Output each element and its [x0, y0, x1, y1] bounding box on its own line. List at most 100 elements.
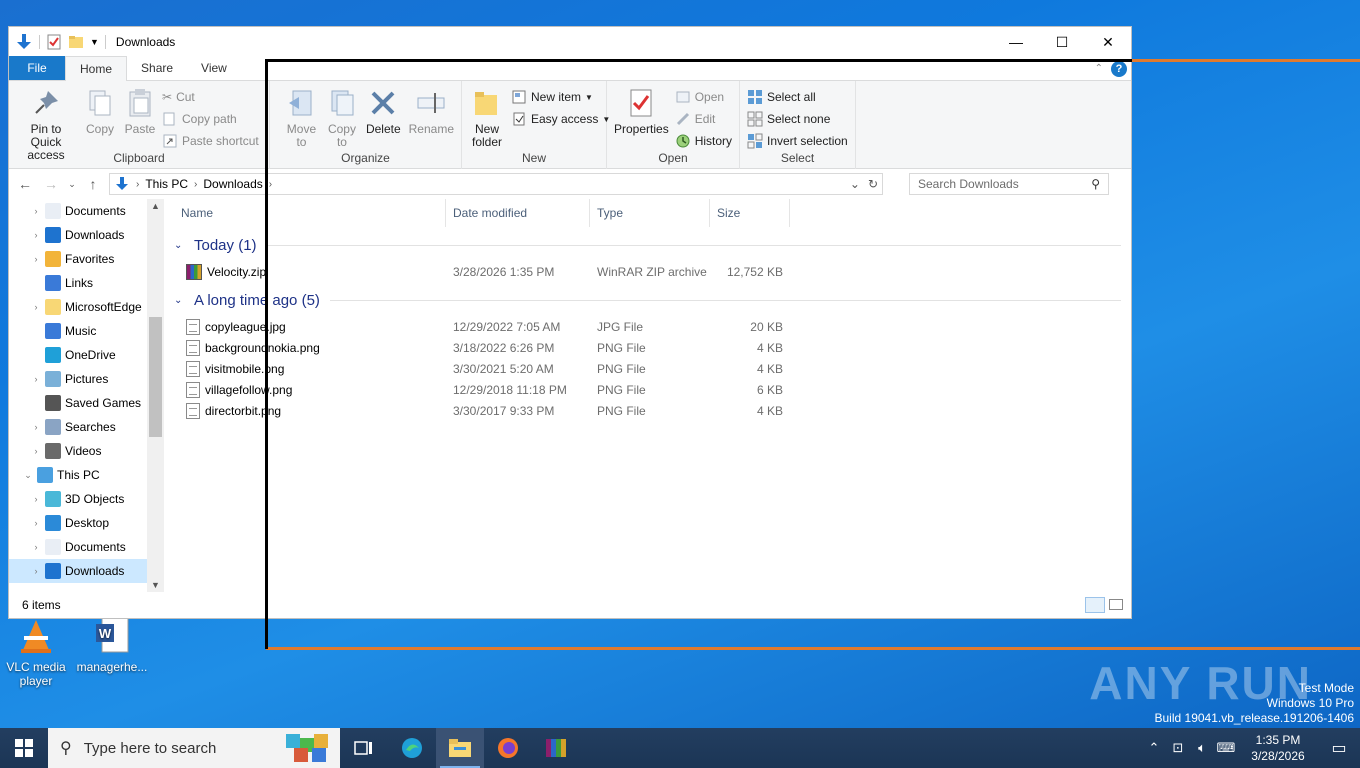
column-header-name[interactable]: Name	[174, 199, 446, 227]
maximize-button[interactable]: ☐	[1039, 27, 1085, 57]
tab-file[interactable]: File	[9, 56, 65, 80]
new-item-button[interactable]: New item ▼	[508, 87, 613, 107]
task-view-button[interactable]	[340, 728, 388, 768]
new-folder-icon[interactable]	[68, 34, 84, 50]
file-group-header[interactable]: ⌄ Today (1)	[174, 233, 1131, 257]
copy-to-button[interactable]: Copy to	[323, 85, 361, 151]
properties-check-icon[interactable]	[46, 34, 62, 50]
breadcrumb-downloads[interactable]: Downloads	[203, 177, 262, 191]
properties-button[interactable]: Properties	[611, 85, 672, 151]
nav-item-microsoftedge[interactable]: › MicrosoftEdge	[9, 295, 164, 319]
breadcrumb-this-pc[interactable]: This PC	[145, 177, 188, 191]
title-bar[interactable]: ▼ Downloads — ☐ ✕	[9, 27, 1131, 57]
expand-chevron-icon[interactable]: ›	[27, 230, 45, 240]
open-button[interactable]: Open	[672, 87, 735, 107]
expand-chevron-icon[interactable]: ›	[27, 302, 45, 312]
select-none-button[interactable]: Select none	[744, 109, 851, 129]
expand-chevron-icon[interactable]: ›	[27, 422, 45, 432]
file-row[interactable]: backgroundnokia.png 3/18/2022 6:26 PM PNG …	[174, 337, 1131, 358]
nav-item-this-pc[interactable]: ⌄ This PC	[9, 463, 164, 487]
new-folder-button[interactable]: New folder	[466, 85, 508, 151]
search-box[interactable]: Search Downloads ⚲	[909, 173, 1109, 195]
cut-button[interactable]: ✂ Cut	[159, 87, 262, 107]
nav-item-links[interactable]: Links	[9, 271, 164, 295]
nav-scrollbar[interactable]: ▲ ▼	[147, 199, 164, 592]
customize-toolbar-chevron-icon[interactable]: ▼	[90, 37, 99, 47]
minimize-button[interactable]: —	[993, 27, 1039, 57]
file-group-header[interactable]: ⌄ A long time ago (5)	[174, 288, 1131, 312]
file-row[interactable]: copyleague.jpg 12/29/2022 7:05 AM JPG File…	[174, 316, 1131, 337]
expand-chevron-icon[interactable]: ›	[27, 446, 45, 456]
tab-view[interactable]: View	[187, 56, 241, 80]
address-history-chevron-icon[interactable]: ⌄	[850, 177, 860, 191]
nav-item-documents[interactable]: › Documents	[9, 535, 164, 559]
file-row[interactable]: directorbit.png 3/30/2017 9:33 PM PNG File…	[174, 400, 1131, 421]
breadcrumb-separator-icon[interactable]: ›	[194, 179, 197, 190]
column-header-type[interactable]: Type	[590, 199, 710, 227]
edit-button[interactable]: Edit	[672, 109, 735, 129]
column-header-date-modified[interactable]: Date modified	[446, 199, 590, 227]
nav-item-3d-objects[interactable]: › 3D Objects	[9, 487, 164, 511]
show-hidden-icons-chevron-icon[interactable]: ⌃	[1142, 740, 1166, 756]
rename-button[interactable]: Rename	[406, 85, 457, 151]
desktop-icon-word-doc[interactable]: W managerhe...	[76, 616, 148, 674]
taskbar-edge[interactable]	[388, 728, 436, 768]
select-all-button[interactable]: Select all	[744, 87, 851, 107]
search-input[interactable]: Search Downloads	[918, 177, 1019, 191]
collapse-group-chevron-icon[interactable]: ⌄	[174, 240, 190, 251]
taskbar-firefox[interactable]	[484, 728, 532, 768]
nav-item-favorites[interactable]: › Favorites	[9, 247, 164, 271]
tab-share[interactable]: Share	[127, 56, 187, 80]
file-row[interactable]: Velocity.zip 3/28/2026 1:35 PM WinRAR ZIP …	[174, 261, 1131, 282]
expand-chevron-icon[interactable]: ›	[27, 206, 45, 216]
easy-access-button[interactable]: Easy access ▼	[508, 109, 613, 129]
volume-icon[interactable]: 🔈︎	[1190, 740, 1214, 756]
close-button[interactable]: ✕	[1085, 27, 1131, 57]
taskbar-search-input[interactable]: Type here to search	[84, 740, 217, 757]
collapse-ribbon-icon[interactable]: ⌃	[1095, 63, 1103, 74]
nav-item-searches[interactable]: › Searches	[9, 415, 164, 439]
paste-shortcut-button[interactable]: Paste shortcut	[159, 131, 262, 151]
notification-center-icon[interactable]: ▭	[1318, 738, 1360, 758]
file-row[interactable]: villagefollow.png 12/29/2018 11:18 PM PNG …	[174, 379, 1131, 400]
move-to-button[interactable]: Move to	[282, 85, 321, 151]
nav-item-videos[interactable]: › Videos	[9, 439, 164, 463]
nav-item-music[interactable]: Music	[9, 319, 164, 343]
breadcrumb-separator-icon[interactable]: ›	[269, 179, 272, 190]
expand-chevron-icon[interactable]: ›	[27, 518, 45, 528]
nav-item-saved-games[interactable]: Saved Games	[9, 391, 164, 415]
nav-item-onedrive[interactable]: OneDrive	[9, 343, 164, 367]
forward-arrow-icon[interactable]: →	[41, 176, 61, 192]
input-indicator-icon[interactable]: ⌨︎	[1214, 740, 1238, 756]
delete-button[interactable]: Delete	[363, 85, 404, 151]
nav-item-downloads[interactable]: › Downloads	[9, 559, 147, 583]
taskbar-search-box[interactable]: ⚲ Type here to search	[48, 728, 340, 768]
scroll-up-arrow-icon[interactable]: ▲	[147, 201, 164, 211]
expand-chevron-icon[interactable]: ⌄	[19, 470, 37, 481]
collapse-group-chevron-icon[interactable]: ⌄	[174, 295, 190, 306]
nav-item-desktop[interactable]: › Desktop	[9, 511, 164, 535]
nav-item-pictures[interactable]: › Pictures	[9, 367, 164, 391]
history-button[interactable]: History	[672, 131, 735, 151]
taskbar-file-explorer[interactable]	[436, 728, 484, 768]
copy-path-button[interactable]: Copy path	[159, 109, 262, 129]
help-icon[interactable]: ?	[1111, 61, 1127, 77]
scrollbar-thumb[interactable]	[149, 317, 162, 437]
details-view-icon[interactable]	[1085, 597, 1105, 613]
network-icon[interactable]: ⊡	[1166, 740, 1190, 756]
taskbar-winrar[interactable]	[532, 728, 580, 768]
nav-item-downloads[interactable]: › Downloads	[9, 223, 164, 247]
expand-chevron-icon[interactable]: ›	[27, 374, 45, 384]
expand-chevron-icon[interactable]: ›	[27, 494, 45, 504]
expand-chevron-icon[interactable]: ›	[27, 254, 45, 264]
column-header-size[interactable]: Size	[710, 199, 790, 227]
nav-item-documents[interactable]: › Documents	[9, 199, 164, 223]
up-arrow-icon[interactable]: ↑	[83, 176, 103, 192]
invert-selection-button[interactable]: Invert selection	[744, 131, 851, 151]
expand-chevron-icon[interactable]: ›	[27, 542, 45, 552]
start-button[interactable]	[0, 728, 48, 768]
scroll-down-arrow-icon[interactable]: ▼	[147, 580, 164, 590]
expand-chevron-icon[interactable]: ›	[27, 566, 45, 576]
back-arrow-icon[interactable]: ←	[15, 176, 35, 192]
recent-locations-chevron-icon[interactable]: ⌄	[67, 179, 77, 190]
